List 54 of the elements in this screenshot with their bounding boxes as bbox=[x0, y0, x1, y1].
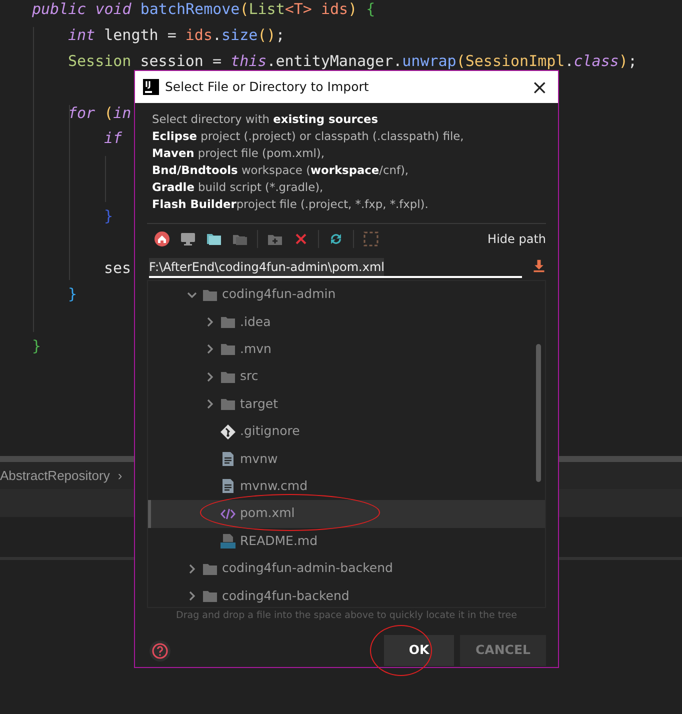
scrollbar[interactable] bbox=[536, 344, 541, 482]
refresh-icon[interactable] bbox=[328, 231, 344, 247]
help-icon[interactable] bbox=[149, 640, 171, 662]
description-line: Select directory with existing sources bbox=[152, 111, 380, 128]
description-line: Flash Builderproject file (.project, *.fxp, *.fxpl). bbox=[152, 196, 430, 213]
code-line: } bbox=[32, 336, 42, 355]
tree-item[interactable]: .gitignore bbox=[148, 418, 545, 446]
tree-item[interactable]: README.md bbox=[148, 528, 545, 555]
breadcrumb-item[interactable]: AbstractRepository bbox=[0, 466, 110, 486]
tree-item[interactable]: .mvn bbox=[148, 336, 545, 364]
code-line: } bbox=[104, 207, 114, 226]
description-line: Bnd/Bndtools workspace (workspace/cnf), bbox=[152, 162, 410, 179]
markdown-file-icon bbox=[220, 533, 236, 550]
folder-icon bbox=[220, 396, 236, 412]
tree-item[interactable]: .idea bbox=[148, 308, 545, 336]
tree-item[interactable]: coding4fun-admin-backend bbox=[148, 554, 545, 582]
tree-item[interactable]: coding4fun-backend bbox=[148, 582, 545, 607]
tree-item[interactable]: mvnw bbox=[148, 445, 545, 473]
breadcrumb-separator: › bbox=[118, 466, 122, 485]
description-line: Eclipse project (.project) or classpath (.classpath) file, bbox=[152, 128, 465, 145]
description-line: Gradle build script (*.gradle), bbox=[152, 179, 324, 196]
code-line: public void batchRemove(List<T> ids) { bbox=[32, 0, 376, 18]
dashed-square-icon[interactable] bbox=[363, 231, 379, 247]
document-icon bbox=[220, 451, 236, 468]
download-icon[interactable] bbox=[532, 258, 546, 274]
description-line: Maven project file (pom.xml), bbox=[152, 145, 326, 162]
folder-icon bbox=[220, 341, 236, 358]
hint-text: Drag and drop a file into the space above to quickly locate it in the tree bbox=[175, 609, 518, 623]
code-line: for (in bbox=[68, 104, 132, 122]
monitor-icon[interactable] bbox=[180, 231, 196, 247]
tree-item[interactable]: target bbox=[148, 390, 545, 418]
cancel-button[interactable]: CANCEL bbox=[460, 635, 546, 666]
code-line: ses bbox=[104, 258, 132, 277]
code-line: int length = ids.size(); bbox=[68, 26, 285, 44]
folder-icon bbox=[220, 314, 236, 330]
dialog-title: Select File or Directory to Import bbox=[165, 78, 369, 96]
document-icon bbox=[220, 478, 236, 494]
tree-item[interactable]: coding4fun-admin bbox=[148, 281, 545, 308]
ok-button[interactable]: OK bbox=[384, 635, 454, 666]
code-line: } bbox=[68, 284, 78, 303]
close-button[interactable]: × bbox=[529, 77, 550, 97]
delete-icon[interactable] bbox=[293, 231, 309, 247]
home-icon[interactable] bbox=[154, 231, 170, 247]
folder-icon[interactable] bbox=[206, 231, 222, 247]
code-line: if bbox=[104, 129, 122, 148]
tree-item[interactable]: pom.xml bbox=[148, 500, 545, 528]
code-line: Session session = this.entityManager.unwrap(SessionImpl.class); bbox=[68, 52, 637, 70]
tree-item[interactable]: mvnw.cmd bbox=[148, 472, 545, 500]
hide-path-link[interactable]: Hide path bbox=[488, 230, 546, 248]
tree-item[interactable]: src bbox=[148, 363, 545, 391]
git-icon bbox=[220, 424, 236, 440]
path-field[interactable]: F:\AfterEnd\coding4fun-admin\pom.xml bbox=[149, 254, 522, 278]
app-logo: IJ bbox=[143, 79, 159, 95]
annotation-ellipse bbox=[370, 625, 432, 676]
